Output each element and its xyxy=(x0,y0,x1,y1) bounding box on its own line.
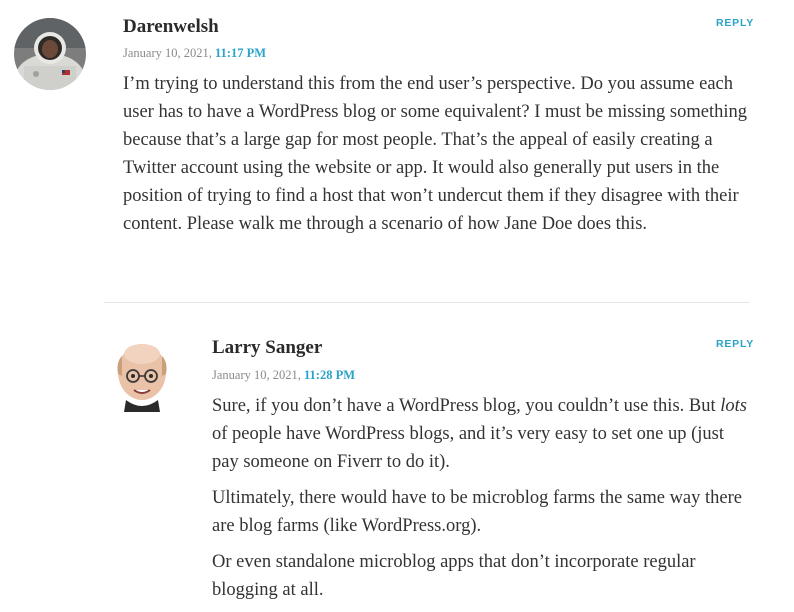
comment-date: January 10, 2021, xyxy=(212,368,301,382)
comment-author: Darenwelsh xyxy=(123,16,219,37)
comment-paragraph: Sure, if you don’t have a WordPress blog… xyxy=(212,392,752,476)
reply-button[interactable]: REPLY xyxy=(716,17,754,29)
comment-meta: January 10, 2021, 11:28 PM xyxy=(212,368,355,383)
comment-date: January 10, 2021, xyxy=(123,46,212,60)
paragraph-text: Sure, if you don’t have a WordPress blog… xyxy=(212,396,721,416)
comment-paragraph: I’m trying to understand this from the e… xyxy=(123,74,747,234)
comment-time-link[interactable]: 11:17 PM xyxy=(215,46,266,60)
emphasis-text: lots xyxy=(720,396,747,416)
astronaut-avatar-icon[interactable] xyxy=(14,18,86,90)
comment-paragraph: Ultimately, there would have to be micro… xyxy=(212,488,742,536)
reply-button[interactable]: REPLY xyxy=(716,338,754,350)
comment-body: I’m trying to understand this from the e… xyxy=(123,70,753,246)
comment-paragraph: Or even standalone microblog apps that d… xyxy=(212,552,696,600)
comment-body: Sure, if you don’t have a WordPress blog… xyxy=(212,392,752,612)
bald-man-avatar-icon[interactable] xyxy=(112,340,172,412)
comment-meta: January 10, 2021, 11:17 PM xyxy=(123,46,266,61)
comment-author: Larry Sanger xyxy=(212,337,323,358)
paragraph-text: of people have WordPress blogs, and it’s… xyxy=(212,424,724,472)
comment-time-link[interactable]: 11:28 PM xyxy=(304,368,355,382)
comment-divider xyxy=(104,302,750,303)
